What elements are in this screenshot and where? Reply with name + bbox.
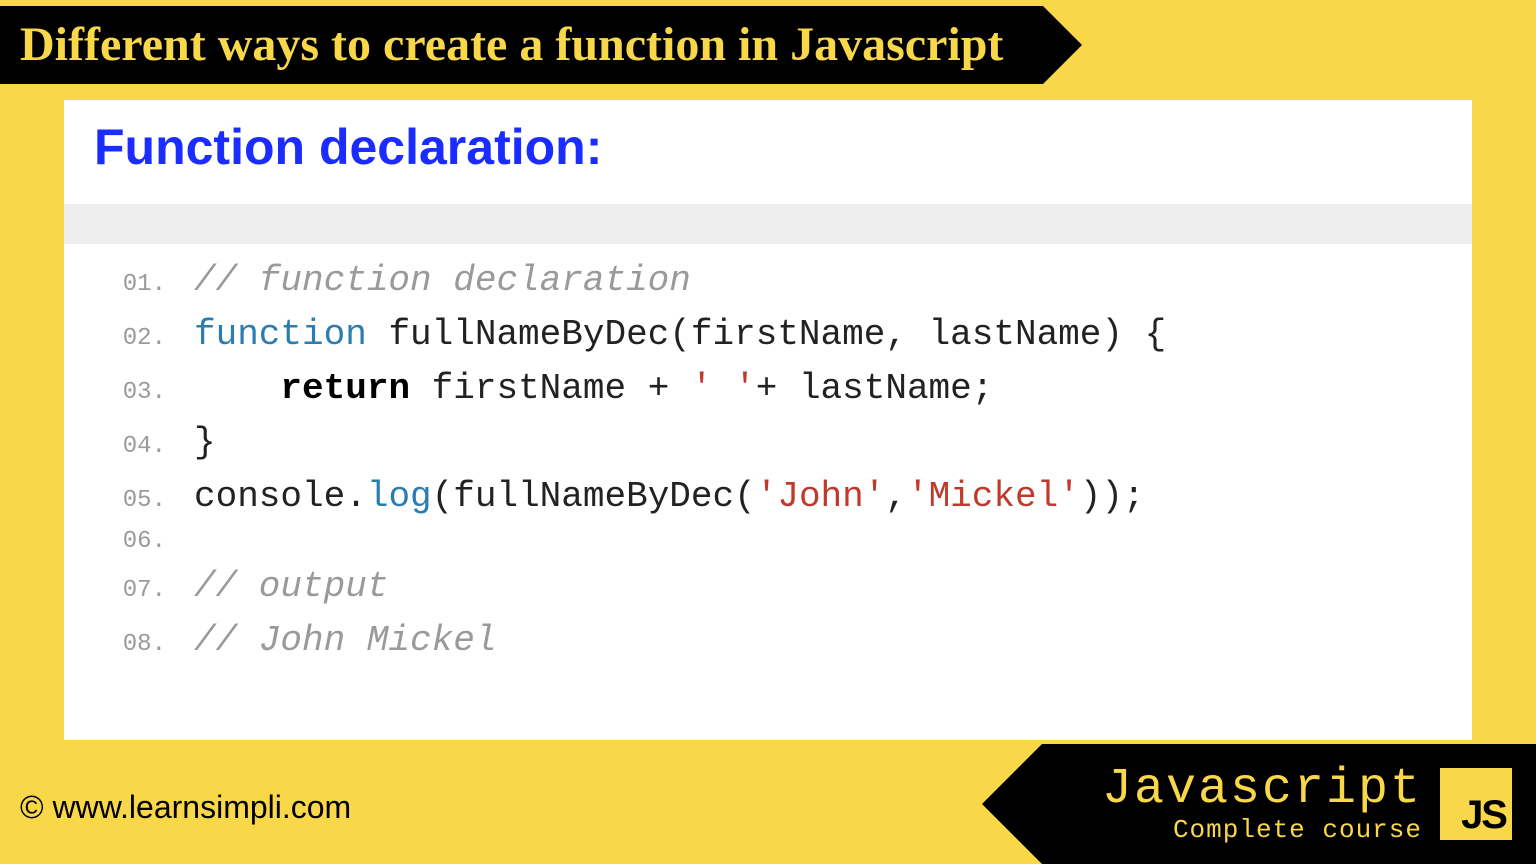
line-number: 03. — [94, 375, 194, 411]
footer-ribbon: Javascript Complete course JS — [1042, 744, 1536, 864]
code-line: 07.// output — [94, 560, 1442, 614]
code-line-content: function fullNameByDec(firstName, lastNa… — [194, 308, 1166, 362]
line-number: 08. — [94, 627, 194, 663]
footer-brand-subtitle: Complete course — [1102, 817, 1422, 844]
page-title: Different ways to create a function in J… — [20, 18, 1003, 71]
content-panel: Function declaration: 01.// function dec… — [64, 100, 1472, 740]
line-number: 05. — [94, 483, 194, 519]
code-line: 02.function fullNameByDec(firstName, las… — [94, 308, 1442, 362]
code-line-content: // function declaration — [194, 254, 691, 308]
js-logo-text: JS — [1461, 793, 1506, 838]
copyright-text: © www.learnsimpli.com — [20, 789, 351, 826]
code-line-content: } — [194, 416, 216, 470]
code-line: 03. return firstName + ' '+ lastName; — [94, 362, 1442, 416]
line-number: 04. — [94, 429, 194, 465]
code-line: 06. — [94, 524, 1442, 560]
line-number: 01. — [94, 267, 194, 303]
code-line: 08.// John Mickel — [94, 614, 1442, 668]
page-title-ribbon: Different ways to create a function in J… — [0, 6, 1043, 84]
section-title: Function declaration: — [94, 118, 1442, 176]
code-line-content: console.log(fullNameByDec('John','Mickel… — [194, 470, 1145, 524]
js-logo-icon: JS — [1440, 768, 1512, 840]
code-line: 04.} — [94, 416, 1442, 470]
footer-brand: Javascript Complete course — [1102, 764, 1422, 844]
line-number: 07. — [94, 573, 194, 609]
footer-brand-title: Javascript — [1102, 764, 1422, 817]
code-block: 01.// function declaration02.function fu… — [94, 254, 1442, 668]
code-line-content: // John Mickel — [194, 614, 496, 668]
code-line-content: return firstName + ' '+ lastName; — [194, 362, 993, 416]
code-toolbar-strip — [64, 204, 1472, 244]
code-line-content: // output — [194, 560, 388, 614]
code-line: 05.console.log(fullNameByDec('John','Mic… — [94, 470, 1442, 524]
code-line: 01.// function declaration — [94, 254, 1442, 308]
line-number: 06. — [94, 524, 194, 560]
line-number: 02. — [94, 321, 194, 357]
